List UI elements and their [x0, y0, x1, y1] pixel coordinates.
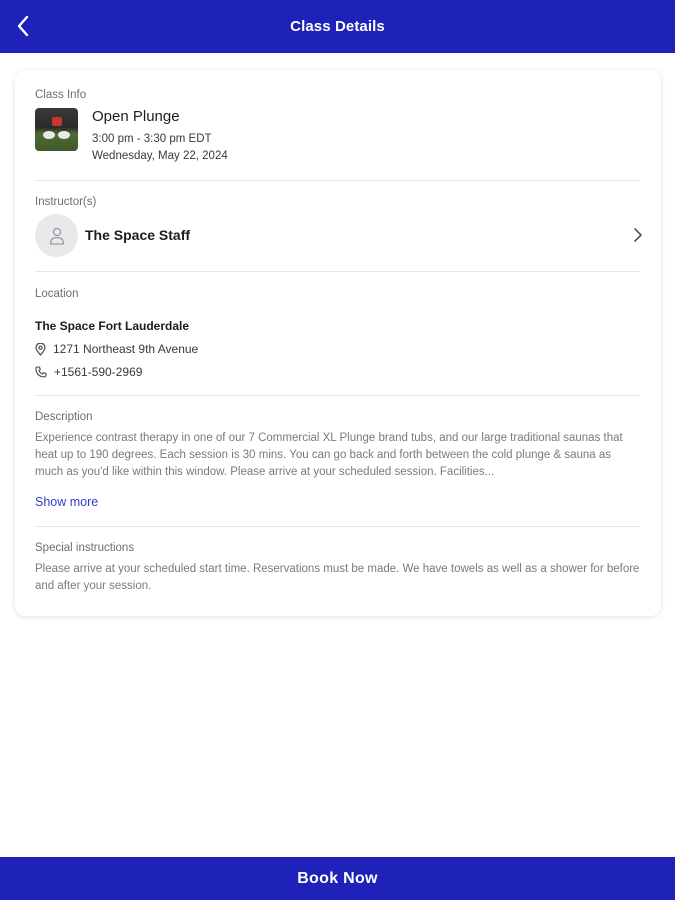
phone-row[interactable]: +1561-590-2969	[35, 365, 142, 379]
class-date: Wednesday, May 22, 2024	[92, 150, 228, 162]
description-text: Experience contrast therapy in one of ou…	[35, 432, 623, 478]
class-thumbnail	[35, 108, 78, 151]
page-title: Class Details	[290, 18, 385, 35]
instructor-row[interactable]: The Space Staff	[35, 214, 643, 258]
location-label: Location	[35, 288, 79, 300]
book-now-label: Book Now	[297, 869, 378, 887]
divider	[35, 271, 640, 272]
chevron-right-icon	[634, 228, 642, 242]
location-address: 1271 Northeast 9th Avenue	[53, 342, 199, 356]
special-instructions-label: Special instructions	[35, 542, 135, 554]
address-row: 1271 Northeast 9th Avenue	[35, 342, 198, 356]
map-pin-icon	[35, 342, 46, 356]
divider	[35, 526, 640, 527]
divider	[35, 395, 640, 396]
instructors-label: Instructor(s)	[35, 196, 97, 208]
location-phone: +1561-590-2969	[54, 365, 143, 379]
class-info-label: Class Info	[35, 89, 87, 101]
app-header: Class Details	[0, 0, 675, 53]
phone-icon	[35, 366, 47, 378]
divider	[35, 180, 640, 181]
chevron-left-icon	[17, 15, 29, 37]
location-name: The Space Fort Lauderdale	[35, 319, 190, 333]
class-details-card: Class Info Open Plunge 3:00 pm - 3:30 pm…	[15, 70, 661, 616]
avatar	[35, 214, 78, 257]
person-icon	[49, 227, 64, 245]
instructor-name: The Space Staff	[85, 227, 191, 243]
show-more-link[interactable]: Show more	[35, 495, 98, 509]
back-button[interactable]	[8, 11, 38, 41]
book-now-button[interactable]: Book Now	[0, 857, 675, 900]
description-label: Description	[35, 411, 93, 423]
class-time: 3:00 pm - 3:30 pm EDT	[92, 133, 212, 145]
special-instructions-text: Please arrive at your scheduled start ti…	[35, 563, 640, 592]
class-name: Open Plunge	[92, 108, 180, 125]
